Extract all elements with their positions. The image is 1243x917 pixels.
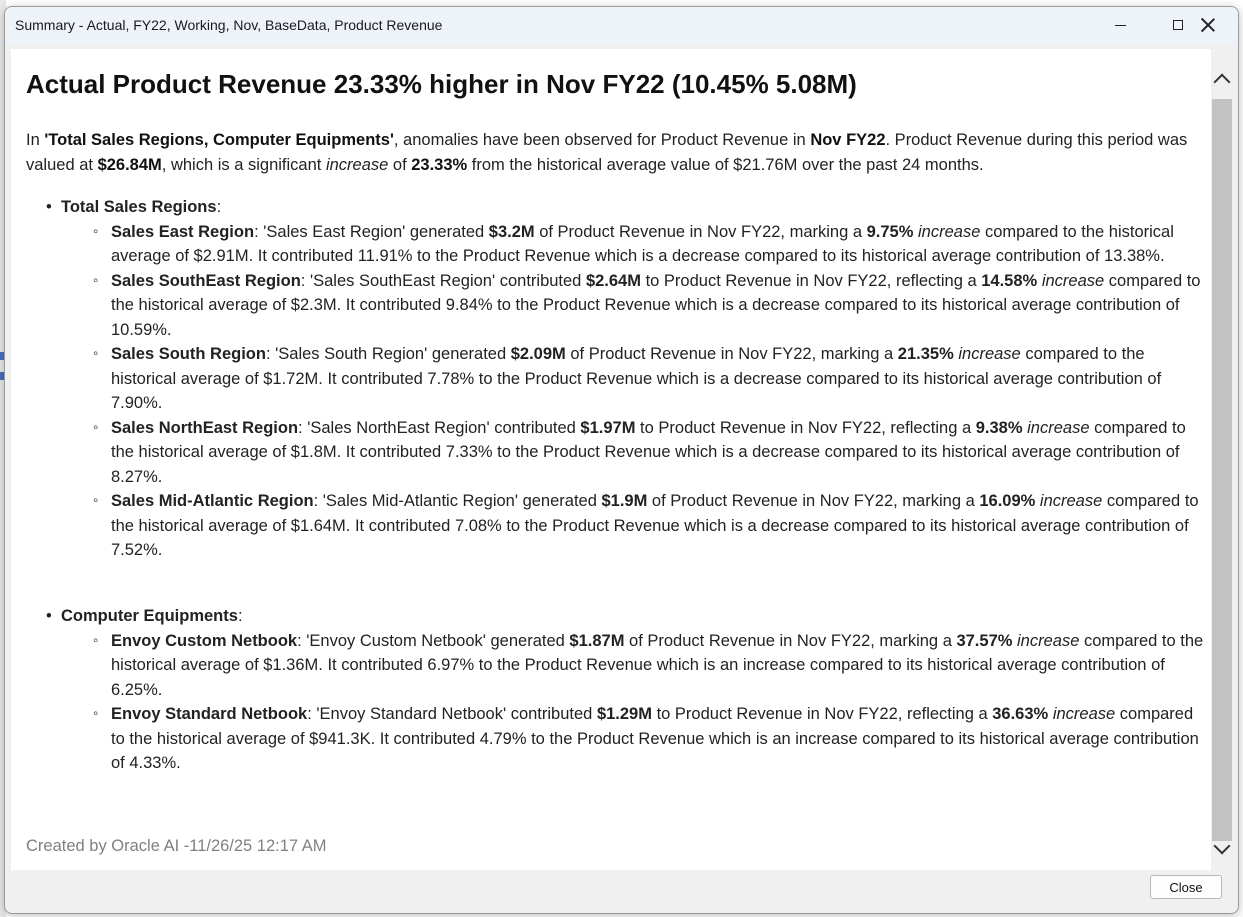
close-button[interactable]: Close <box>1150 875 1222 899</box>
title-bar[interactable]: Summary - Actual, FY22, Working, Nov, Ba… <box>5 7 1238 45</box>
intro-text: of <box>388 155 412 174</box>
item-percent: 16.09% <box>979 492 1036 510</box>
created-by-credit: Created by Oracle AI -11/26/25 12:17 AM <box>26 837 327 855</box>
list-item: Sales Mid-Atlantic Region: 'Sales Mid-At… <box>26 489 1206 563</box>
item-percent: 21.35% <box>897 345 954 363</box>
item-amount: $1.9M <box>601 492 648 510</box>
summary-content: Actual Product Revenue 23.33% higher in … <box>11 49 1211 870</box>
intro-percent: 23.33% <box>411 155 468 174</box>
item-amount: $1.97M <box>580 418 636 437</box>
item-percent: 14.58% <box>981 271 1038 290</box>
intro-period: Nov FY22 <box>810 131 886 149</box>
group-title: Computer Equipments: <box>26 604 1206 629</box>
item-name: Sales Mid-Atlantic Region <box>111 492 314 510</box>
group-computer-equipments: Computer Equipments: Envoy Custom Netboo… <box>26 604 1206 776</box>
item-amount: $1.87M <box>569 631 625 650</box>
item-direction: increase <box>1041 271 1105 290</box>
item-direction: increase <box>918 222 981 241</box>
item-direction: increase <box>1027 418 1090 437</box>
item-amount: $1.29M <box>596 705 652 723</box>
close-icon <box>1201 18 1215 32</box>
group-title: Total Sales Regions: <box>26 195 1206 220</box>
item-name: Sales South Region <box>111 345 266 363</box>
intro-paragraph: In 'Total Sales Regions, Computer Equipm… <box>26 128 1206 177</box>
window-title: Summary - Actual, FY22, Working, Nov, Ba… <box>15 17 443 33</box>
scroll-thumb[interactable] <box>1212 99 1232 841</box>
summary-dialog: Summary - Actual, FY22, Working, Nov, Ba… <box>4 6 1239 914</box>
item-name: Sales NorthEast Region <box>111 418 299 437</box>
item-name: Envoy Custom Netbook <box>111 631 298 650</box>
chevron-down-icon <box>1213 837 1231 855</box>
intro-text: In <box>26 131 45 149</box>
item-direction: increase <box>1052 705 1116 723</box>
item-percent: 9.38% <box>975 418 1023 437</box>
item-name: Envoy Standard Netbook <box>111 705 308 723</box>
item-amount: $3.2M <box>488 222 535 241</box>
list-item: Envoy Custom Netbook: 'Envoy Custom Netb… <box>26 629 1206 703</box>
item-direction: increase <box>958 345 1021 363</box>
list-item: Sales NorthEast Region: 'Sales NorthEast… <box>26 416 1206 490</box>
list-item: Sales SouthEast Region: 'Sales SouthEast… <box>26 269 1206 343</box>
intro-direction: increase <box>325 155 389 174</box>
item-name: Sales East Region <box>111 222 255 241</box>
intro-text: , which is a significant <box>161 155 326 174</box>
window-close-button[interactable] <box>1179 7 1237 43</box>
summary-headline: Actual Product Revenue 23.33% higher in … <box>26 69 857 99</box>
vertical-scrollbar[interactable] <box>1211 49 1233 870</box>
item-amount: $2.09M <box>510 345 566 363</box>
item-name: Sales SouthEast Region <box>111 271 301 290</box>
list-item: Sales South Region: 'Sales South Region'… <box>26 342 1206 416</box>
scroll-down-button[interactable] <box>1211 829 1233 869</box>
minimize-icon <box>1114 24 1126 26</box>
item-percent: 36.63% <box>992 705 1049 723</box>
minimize-button[interactable] <box>1091 7 1149 43</box>
group-total-sales-regions: Total Sales Regions: Sales East Region: … <box>26 195 1206 563</box>
intro-value: $26.84M <box>97 155 162 174</box>
intro-scope: 'Total Sales Regions, Computer Equipment… <box>44 131 394 149</box>
item-percent: 9.75% <box>866 222 914 241</box>
list-item: Envoy Standard Netbook: 'Envoy Standard … <box>26 702 1206 776</box>
intro-text: from the historical average value of $21… <box>467 155 984 174</box>
item-direction: increase <box>1039 492 1103 510</box>
item-amount: $2.64M <box>585 271 641 290</box>
item-direction: increase <box>1017 631 1080 650</box>
list-item: Sales East Region: 'Sales East Region' g… <box>26 220 1206 269</box>
item-percent: 37.57% <box>956 631 1013 650</box>
scroll-up-button[interactable] <box>1211 59 1233 99</box>
intro-text: , anomalies have been observed for Produ… <box>393 131 811 149</box>
chevron-up-icon <box>1213 73 1231 91</box>
